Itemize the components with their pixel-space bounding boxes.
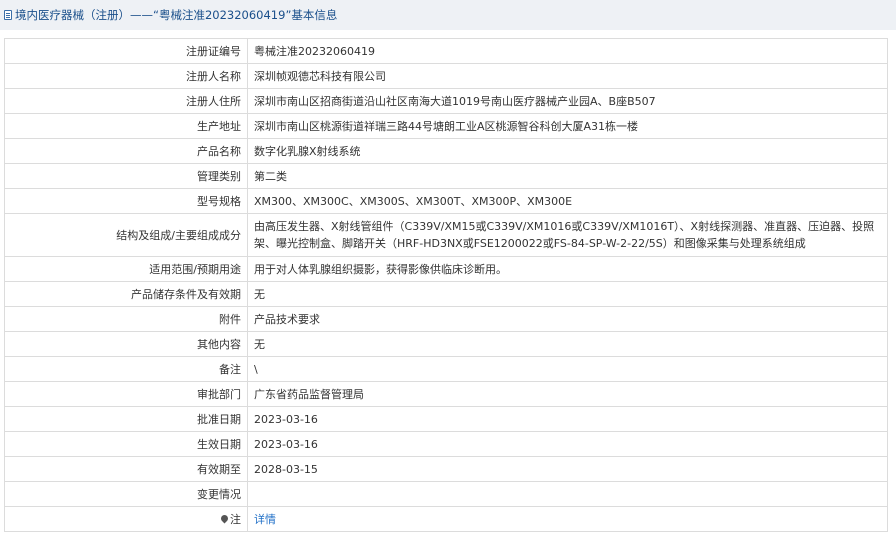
row-value: 深圳市南山区桃源街道祥瑞三路44号塘朗工业A区桃源智谷科创大厦A31栋一楼 (247, 113, 888, 139)
row-label: 注册人住所 (4, 88, 248, 114)
table-row: 批准日期 2023-03-16 (4, 406, 888, 432)
row-label: 注册人名称 (4, 63, 248, 89)
row-label: 有效期至 (4, 456, 248, 482)
row-value: XM300、XM300C、XM300S、XM300T、XM300P、XM300E (247, 188, 888, 214)
row-value: 产品技术要求 (247, 306, 888, 332)
row-label: 批准日期 (4, 406, 248, 432)
table-row: 注册人名称 深圳帧观德芯科技有限公司 (4, 63, 888, 89)
table-row: 注册人住所 深圳市南山区招商街道沿山社区南海大道1019号南山医疗器械产业园A、… (4, 88, 888, 114)
row-value: 广东省药品监督管理局 (247, 381, 888, 407)
table-row: 结构及组成/主要组成成分 由高压发生器、X射线管组件（C339V/XM15或C3… (4, 213, 888, 257)
row-value: 2023-03-16 (247, 406, 888, 432)
row-label: 其他内容 (4, 331, 248, 357)
table-row: 适用范围/预期用途 用于对人体乳腺组织摄影，获得影像供临床诊断用。 (4, 256, 888, 282)
row-label: 变更情况 (4, 481, 248, 507)
note-label: 注 (230, 512, 241, 526)
row-value: 粤械注准20232060419 (247, 38, 888, 64)
table-row: 变更情况 (4, 481, 888, 507)
row-label: 型号规格 (4, 188, 248, 214)
row-label: 附件 (4, 306, 248, 332)
row-label: 注册证编号 (4, 38, 248, 64)
row-value: 2023-03-16 (247, 431, 888, 457)
row-value: 无 (247, 281, 888, 307)
row-label: 产品储存条件及有效期 (4, 281, 248, 307)
note-label-cell: 注 (4, 506, 248, 532)
row-value: 深圳市南山区招商街道沿山社区南海大道1019号南山医疗器械产业园A、B座B507 (247, 88, 888, 114)
row-value: 无 (247, 331, 888, 357)
row-value: 数字化乳腺X射线系统 (247, 138, 888, 164)
row-label: 生效日期 (4, 431, 248, 457)
page-title: 境内医疗器械（注册）——“粤械注准20232060419”基本信息 (15, 8, 338, 22)
table-row: 其他内容 无 (4, 331, 888, 357)
table-row: 型号规格 XM300、XM300C、XM300S、XM300T、XM300P、X… (4, 188, 888, 214)
row-value: 第二类 (247, 163, 888, 189)
table-row: 审批部门 广东省药品监督管理局 (4, 381, 888, 407)
table-row: 生效日期 2023-03-16 (4, 431, 888, 457)
row-value: 深圳帧观德芯科技有限公司 (247, 63, 888, 89)
page-header: 境内医疗器械（注册）——“粤械注准20232060419”基本信息 (0, 0, 896, 30)
row-value: 由高压发生器、X射线管组件（C339V/XM15或C339V/XM1016或C3… (247, 213, 888, 257)
table-row: 生产地址 深圳市南山区桃源街道祥瑞三路44号塘朗工业A区桃源智谷科创大厦A31栋… (4, 113, 888, 139)
table-row: 管理类别 第二类 (4, 163, 888, 189)
document-icon (4, 10, 12, 20)
table-row: 产品储存条件及有效期 无 (4, 281, 888, 307)
note-row: 注 详情 (4, 506, 888, 532)
row-label: 产品名称 (4, 138, 248, 164)
row-label: 生产地址 (4, 113, 248, 139)
row-label: 审批部门 (4, 381, 248, 407)
table-row: 备注 \ (4, 356, 888, 382)
row-label: 管理类别 (4, 163, 248, 189)
row-value: 2028-03-15 (247, 456, 888, 482)
row-value: 用于对人体乳腺组织摄影，获得影像供临床诊断用。 (247, 256, 888, 282)
row-label: 备注 (4, 356, 248, 382)
row-value (247, 481, 888, 507)
table-row: 有效期至 2028-03-15 (4, 456, 888, 482)
table-row: 注册证编号 粤械注准20232060419 (4, 38, 888, 64)
details-link[interactable]: 详情 (254, 513, 276, 526)
row-label: 适用范围/预期用途 (4, 256, 248, 282)
table-row: 产品名称 数字化乳腺X射线系统 (4, 138, 888, 164)
row-label: 结构及组成/主要组成成分 (4, 213, 248, 257)
pin-icon (219, 513, 230, 523)
note-value-cell: 详情 (247, 506, 888, 532)
info-table: 注册证编号 粤械注准20232060419 注册人名称 深圳帧观德芯科技有限公司… (4, 38, 888, 532)
row-value: \ (247, 356, 888, 382)
table-row: 附件 产品技术要求 (4, 306, 888, 332)
